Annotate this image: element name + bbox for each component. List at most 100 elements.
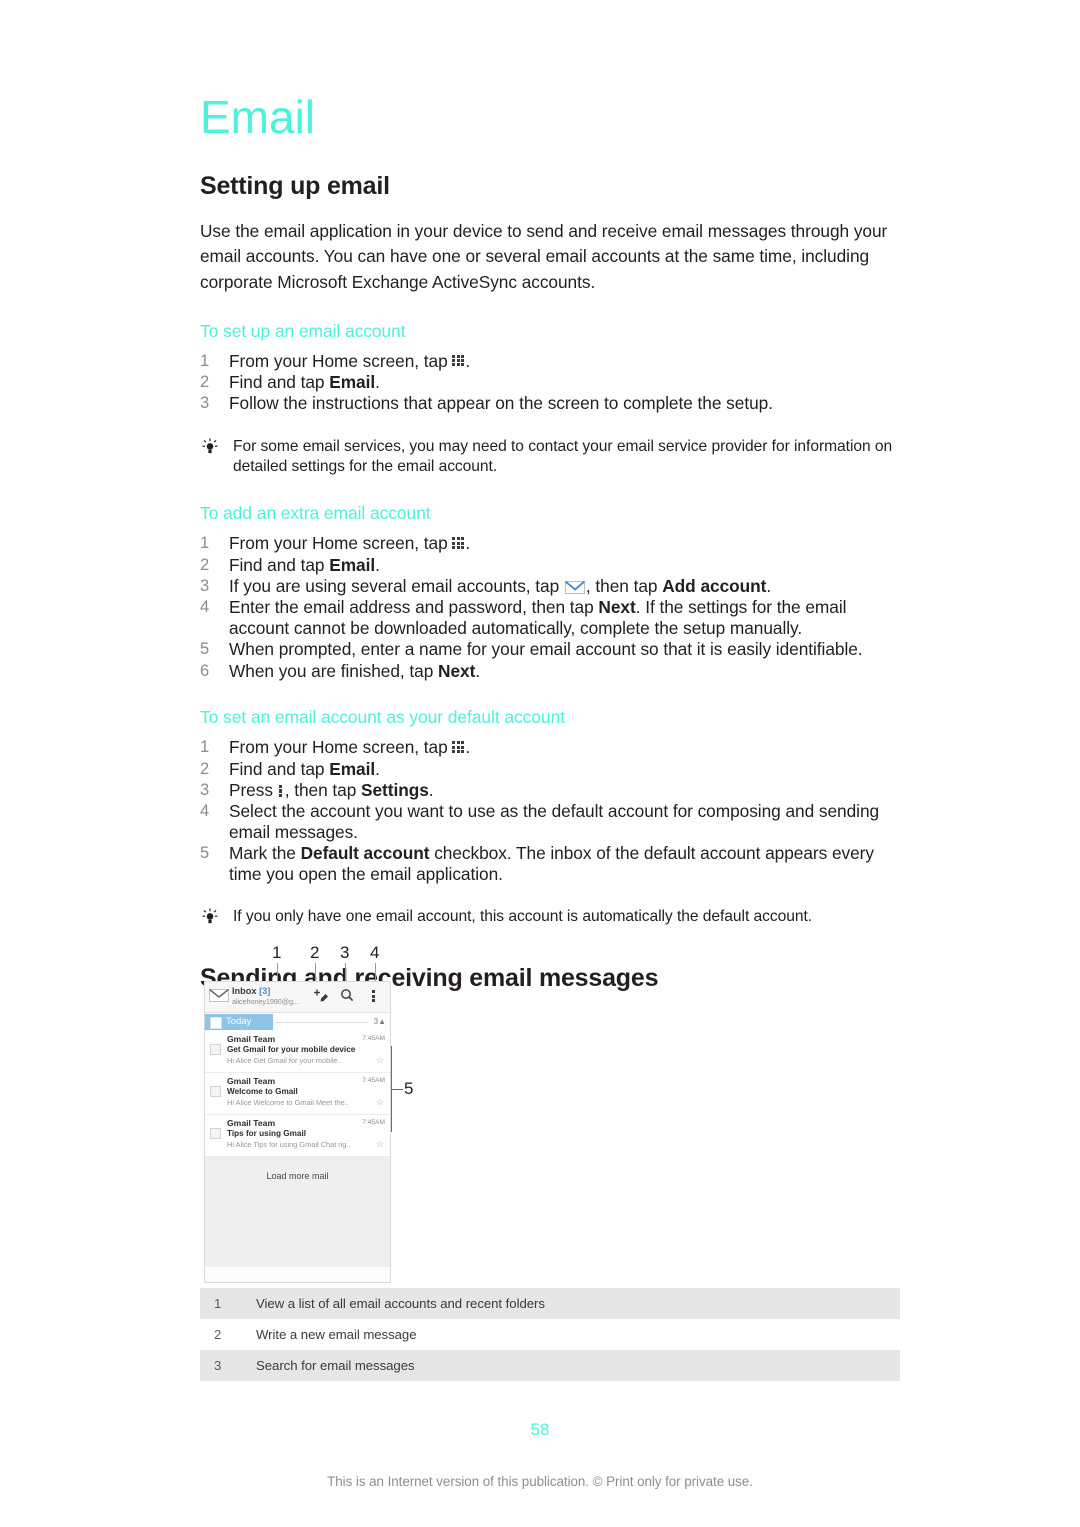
callout-number-1: 1 <box>272 943 282 962</box>
step-item: Find and tap Email. <box>200 555 900 576</box>
load-more-mail-button[interactable]: Load more mail <box>205 1157 390 1267</box>
step-item: When you are finished, tap Next. <box>200 661 900 682</box>
app-drawer-icon <box>452 354 465 368</box>
step-text-end: . <box>766 575 772 596</box>
step-text-end: . <box>465 533 471 554</box>
step-text: Find and tap <box>229 372 330 393</box>
message-time: 7:45AM <box>362 1077 385 1084</box>
step-text: If you are using several email accounts,… <box>229 575 564 596</box>
step-emphasis: Add account <box>662 575 767 596</box>
account-switcher-envelope-icon[interactable] <box>209 989 229 1002</box>
select-all-checkbox[interactable] <box>210 1017 222 1029</box>
step-text-end: . <box>465 737 471 758</box>
step-emphasis: Email <box>329 554 376 575</box>
step-item: From your Home screen, tap . <box>200 737 900 758</box>
table-row: 2 Write a new email message <box>200 1319 900 1350</box>
document-page: Email Setting up email Use the email app… <box>0 0 1080 1527</box>
search-icon[interactable] <box>340 988 354 1002</box>
message-preview: Hi Alice Welcome to Gmail Meet the.. <box>227 1098 349 1107</box>
section-heading-setting-up-email: Setting up email <box>200 172 390 200</box>
inbox-unread-count: [3] <box>259 986 271 996</box>
message-time: 7:45AM <box>362 1119 385 1126</box>
figure-callouts: 1 2 3 4 <box>200 943 460 985</box>
message-preview: Hi Alice Tips for using Gmail Chat rig.. <box>227 1140 351 1149</box>
step-item: When prompted, enter a name for your ema… <box>200 639 900 660</box>
legend-description: Search for email messages <box>256 1358 415 1373</box>
callout-number-5: 5 <box>404 1079 414 1098</box>
procedure-steps-set-up-account: From your Home screen, tap . Find and ta… <box>200 351 900 414</box>
figure-email-app-screenshot: 1 2 3 4 Inbox [3] alicehoney1990@g... To… <box>200 943 910 1288</box>
figure-legend-table: 1 View a list of all email accounts and … <box>200 1288 900 1381</box>
procedure-heading-set-up-account: To set up an email account <box>200 320 406 341</box>
overflow-menu-icon[interactable] <box>372 989 377 1003</box>
step-emphasis: Default account <box>300 843 430 864</box>
email-list-item[interactable]: Gmail Team 7:45AM Tips for using Gmail H… <box>205 1115 390 1157</box>
lightbulb-icon <box>202 438 218 454</box>
legend-description: View a list of all email accounts and re… <box>256 1296 545 1311</box>
step-text-mid: , then tap <box>284 779 362 800</box>
callout-leader-4 <box>375 963 376 983</box>
message-subject: Get Gmail for your mobile device <box>227 1045 356 1054</box>
callout-number-3: 3 <box>340 943 350 962</box>
legend-number: 1 <box>214 1296 222 1311</box>
compose-icon[interactable] <box>313 988 329 1004</box>
message-preview: Hi Alice Get Gmail for your mobile.. <box>227 1056 342 1065</box>
tip-note: If you only have one email account, this… <box>200 907 900 927</box>
star-icon[interactable]: ☆ <box>376 1098 384 1107</box>
procedure-heading-default-account: To set an email account as your default … <box>200 707 565 728</box>
page-title: Email <box>200 91 316 143</box>
step-item: Find and tap Email. <box>200 372 900 393</box>
step-item: If you are using several email accounts,… <box>200 576 900 597</box>
table-row: 3 Search for email messages <box>200 1350 900 1381</box>
step-emphasis: Next <box>598 597 636 618</box>
step-item: Mark the Default account checkbox. The i… <box>200 843 900 885</box>
step-item: Find and tap Email. <box>200 759 900 780</box>
callout-leader-1 <box>277 963 278 983</box>
message-sender: Gmail Team <box>227 1076 276 1086</box>
procedure-steps-default-account: From your Home screen, tap . Find and ta… <box>200 737 900 885</box>
step-item: Select the account you want to use as th… <box>200 801 900 843</box>
callout-leader-3 <box>345 963 346 983</box>
star-icon[interactable]: ☆ <box>376 1056 384 1065</box>
step-text-end: . <box>375 758 380 779</box>
legend-number: 2 <box>214 1327 222 1342</box>
table-row: 1 View a list of all email accounts and … <box>200 1288 900 1319</box>
tip-note: For some email services, you may need to… <box>200 437 900 476</box>
today-count: 3▲ <box>373 1017 386 1026</box>
step-text-end: . <box>475 660 481 681</box>
step-text: From your Home screen, tap <box>229 533 453 554</box>
callout-leader-5 <box>391 1089 403 1090</box>
load-more-label: Load more mail <box>266 1171 329 1181</box>
page-number: 58 <box>530 1420 550 1439</box>
message-time: 7:45AM <box>362 1035 385 1042</box>
step-text-mid: , then tap <box>585 575 663 596</box>
message-sender: Gmail Team <box>227 1034 276 1044</box>
tip-text: If you only have one email account, this… <box>233 907 813 925</box>
callout-number-4: 4 <box>370 943 380 962</box>
email-list-item[interactable]: Gmail Team 7:45AM Welcome to Gmail Hi Al… <box>205 1073 390 1115</box>
step-text: Press <box>229 779 278 800</box>
procedure-steps-add-extra-account: From your Home screen, tap . Find and ta… <box>200 533 900 681</box>
step-item: From your Home screen, tap . <box>200 351 900 372</box>
email-list-item[interactable]: Gmail Team 7:45AM Get Gmail for your mob… <box>205 1031 390 1073</box>
step-text: Find and tap <box>229 758 330 779</box>
step-text: From your Home screen, tap <box>229 737 453 758</box>
message-checkbox[interactable] <box>210 1086 221 1097</box>
step-item: Follow the instructions that appear on t… <box>200 393 900 414</box>
step-text-end: . <box>465 350 471 371</box>
step-item: From your Home screen, tap . <box>200 533 900 554</box>
step-text: From your Home screen, tap <box>229 350 453 371</box>
legend-description: Write a new email message <box>256 1327 417 1342</box>
step-text: Find and tap <box>229 554 330 575</box>
step-item: Enter the email address and password, th… <box>200 597 900 639</box>
message-checkbox[interactable] <box>210 1044 221 1055</box>
tip-text: For some email services, you may need to… <box>233 438 893 475</box>
step-text: When you are finished, tap <box>229 660 439 681</box>
step-text: Follow the instructions that appear on t… <box>229 393 773 414</box>
step-text: Select the account you want to use as th… <box>229 801 880 843</box>
phone-screen-mock: Inbox [3] alicehoney1990@g... Today 3▲ G… <box>204 981 391 1283</box>
message-checkbox[interactable] <box>210 1128 221 1139</box>
email-app-header: Inbox [3] alicehoney1990@g... <box>205 982 390 1013</box>
star-icon[interactable]: ☆ <box>376 1140 384 1149</box>
today-label: Today <box>226 1016 252 1027</box>
